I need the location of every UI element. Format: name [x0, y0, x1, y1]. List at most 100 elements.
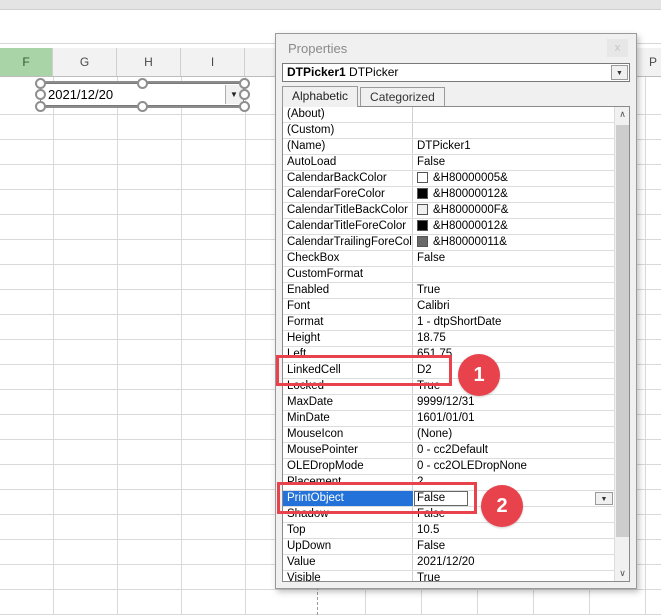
scroll-down-icon[interactable]: ∨ [615, 566, 630, 581]
property-value-text: (None) [417, 428, 452, 440]
property-value[interactable]: DTPicker1 [413, 139, 614, 154]
property-value[interactable]: 0 - cc2Default [413, 443, 614, 458]
property-row[interactable]: OLEDropMode0 - cc2OLEDropNone [283, 459, 614, 475]
scroll-up-icon[interactable]: ∧ [615, 107, 630, 122]
selection-handle[interactable] [239, 78, 250, 89]
property-label: AutoLoad [283, 155, 413, 170]
tab-categorized[interactable]: Categorized [360, 87, 445, 106]
property-row[interactable]: (About) [283, 107, 614, 123]
selection-handle[interactable] [239, 89, 250, 100]
annotation-badge-2: 2 [481, 485, 523, 527]
property-row[interactable]: (Name)DTPicker1 [283, 139, 614, 155]
object-selector-dropdown[interactable]: DTPicker1 DTPicker ▼ [282, 63, 630, 82]
property-value[interactable] [413, 267, 614, 282]
scrollbar-thumb[interactable] [616, 125, 629, 537]
property-value[interactable] [413, 123, 614, 138]
annotation-badge-1: 1 [458, 354, 500, 396]
property-row[interactable]: MousePointer0 - cc2Default [283, 443, 614, 459]
property-row[interactable]: UpDownFalse [283, 539, 614, 555]
property-value[interactable]: &H80000011& [413, 235, 614, 250]
property-label: (About) [283, 107, 413, 122]
property-value-text: False [417, 156, 445, 168]
property-value[interactable]: 2021/12/20 [413, 555, 614, 570]
selection-handle[interactable] [35, 78, 46, 89]
property-value[interactable]: (None) [413, 427, 614, 442]
property-value[interactable]: 18.75 [413, 331, 614, 346]
property-value[interactable] [413, 107, 614, 122]
property-value-text: False [417, 252, 445, 264]
property-value-text: 1601/01/01 [417, 412, 475, 424]
property-label: Value [283, 555, 413, 570]
column-header-f[interactable]: F [0, 48, 53, 76]
property-row[interactable]: Value2021/12/20 [283, 555, 614, 571]
property-value[interactable]: Calibri [413, 299, 614, 314]
property-value[interactable]: False [413, 539, 614, 554]
property-value-text: 18.75 [417, 332, 446, 344]
selection-handle[interactable] [137, 101, 148, 112]
property-value[interactable]: 9999/12/31 [413, 395, 614, 410]
property-value[interactable]: True [413, 571, 614, 582]
gridline [53, 77, 54, 615]
property-value[interactable]: True [413, 283, 614, 298]
property-grid-scrollbar[interactable]: ∧ ∨ [614, 107, 629, 581]
property-row[interactable]: CustomFormat [283, 267, 614, 283]
property-row[interactable]: CalendarTitleBackColor&H8000000F& [283, 203, 614, 219]
property-value[interactable]: 0 - cc2OLEDropNone [413, 459, 614, 474]
color-swatch [417, 204, 428, 215]
property-row[interactable]: MinDate1601/01/01 [283, 411, 614, 427]
properties-title: Properties [276, 34, 636, 56]
selection-handle[interactable] [239, 101, 250, 112]
property-row[interactable]: CalendarTrailingForeColor&H80000011& [283, 235, 614, 251]
color-swatch [417, 172, 428, 183]
property-label: Font [283, 299, 413, 314]
column-header-p[interactable]: P [645, 48, 661, 76]
property-row[interactable]: Enabled True [283, 283, 614, 299]
property-label: Format [283, 315, 413, 330]
property-label: Visible [283, 571, 413, 582]
tab-alphabetic[interactable]: Alphabetic [282, 86, 358, 107]
column-header-i[interactable]: I [181, 48, 245, 76]
property-value-text: True [417, 284, 440, 296]
selection-handle[interactable] [137, 78, 148, 89]
property-label: (Name) [283, 139, 413, 154]
property-value[interactable]: False [413, 251, 614, 266]
property-row[interactable]: Top10.5 [283, 523, 614, 539]
property-label: CustomFormat [283, 267, 413, 282]
close-icon[interactable]: x [607, 39, 628, 57]
properties-titlebar[interactable]: Properties x [276, 34, 636, 62]
selection-handle[interactable] [35, 101, 46, 112]
column-header-g[interactable]: G [53, 48, 117, 76]
property-label: Top [283, 523, 413, 538]
property-value[interactable]: 1 - dtpShortDate [413, 315, 614, 330]
property-value[interactable]: 10.5 [413, 523, 614, 538]
property-value[interactable]: &H80000005& [413, 171, 614, 186]
property-row[interactable]: (Custom) [283, 123, 614, 139]
gridline [117, 77, 118, 615]
property-row[interactable]: AutoLoad False [283, 155, 614, 171]
combo-dropdown-icon[interactable]: ▼ [611, 65, 628, 80]
property-value[interactable]: &H8000000F& [413, 203, 614, 218]
property-row[interactable]: VisibleTrue [283, 571, 614, 582]
property-row[interactable]: CalendarBackColor&H80000005& [283, 171, 614, 187]
property-row[interactable]: CalendarTitleForeColor&H80000012& [283, 219, 614, 235]
property-row[interactable]: CheckBoxFalse [283, 251, 614, 267]
annotation-box-printobject [277, 482, 477, 514]
property-label: CalendarTitleForeColor [283, 219, 413, 234]
property-row[interactable]: MaxDate9999/12/31 [283, 395, 614, 411]
property-value[interactable]: &H80000012& [413, 187, 614, 202]
property-row[interactable]: MouseIcon(None) [283, 427, 614, 443]
value-dropdown-icon[interactable]: ▼ [595, 492, 613, 505]
property-row[interactable]: FontCalibri [283, 299, 614, 315]
selection-handle[interactable] [35, 89, 46, 100]
property-label: Enabled [283, 283, 413, 298]
property-row[interactable]: Format1 - dtpShortDate [283, 315, 614, 331]
property-row[interactable]: Height18.75 [283, 331, 614, 347]
property-value[interactable]: False [413, 155, 614, 170]
column-header-h[interactable]: H [117, 48, 181, 76]
property-value[interactable]: &H80000012& [413, 219, 614, 234]
property-label: CalendarTitleBackColor [283, 203, 413, 218]
excel-top-strip [0, 0, 661, 10]
property-row[interactable]: CalendarForeColor&H80000012& [283, 187, 614, 203]
property-value[interactable]: 1601/01/01 [413, 411, 614, 426]
annotation-box-linkedcell [276, 355, 452, 386]
